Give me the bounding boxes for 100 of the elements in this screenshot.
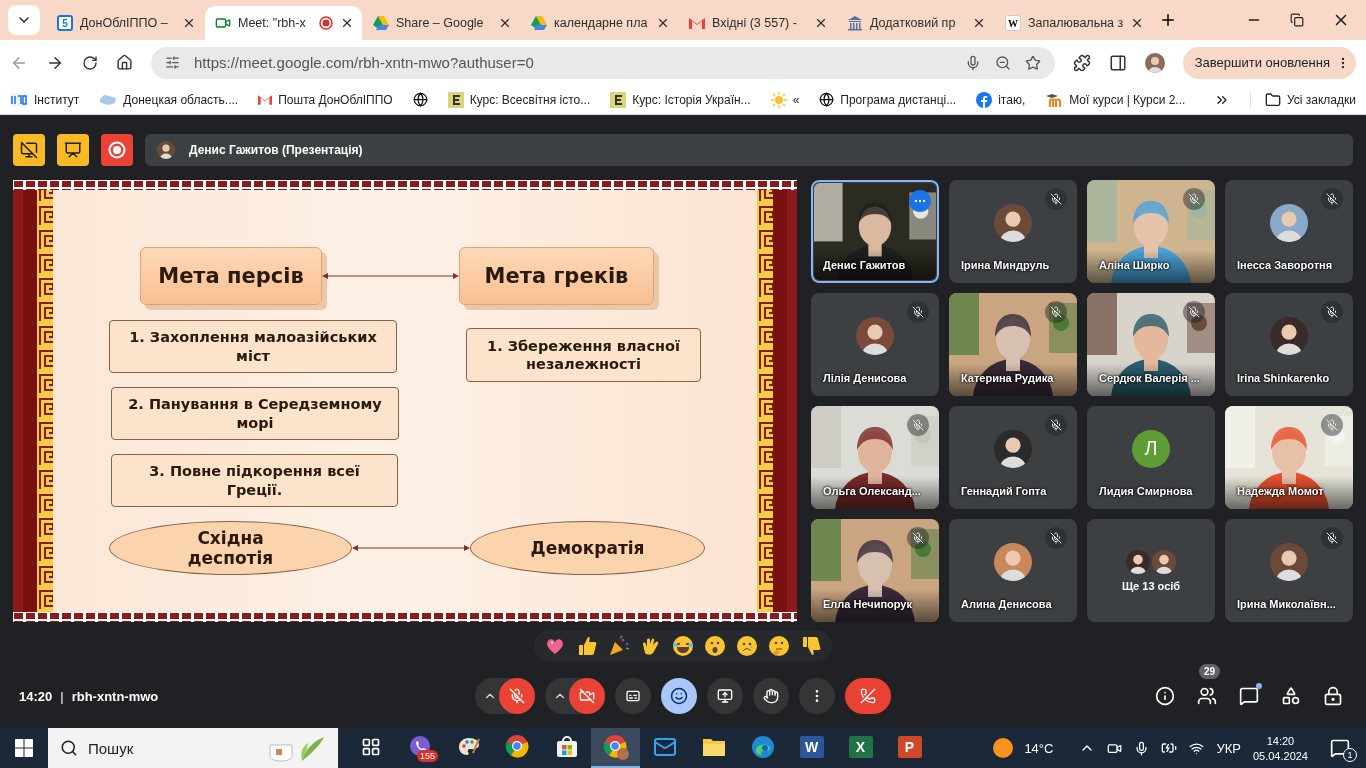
smiley-icon xyxy=(670,687,688,705)
participant-name: Лидия Смирнова xyxy=(1099,485,1193,497)
globe-icon xyxy=(412,92,428,107)
notifications-button[interactable]: 1 xyxy=(1328,733,1358,763)
mic-off-icon xyxy=(1050,419,1062,431)
slide-text-box: 1. Захоплення малоазійських міст xyxy=(109,320,397,373)
address-bar[interactable]: https://meet.google.com/rbh-xntn-mwo?authuser=0 xyxy=(151,46,1055,79)
language-indicator[interactable]: УКР xyxy=(1216,740,1241,756)
zoom-out-icon xyxy=(994,54,1011,71)
mic-off-icon xyxy=(1326,306,1338,318)
avatar xyxy=(1270,316,1308,355)
wikipedia-icon: W xyxy=(1005,15,1021,31)
envelope-icon xyxy=(258,94,273,105)
bookmark[interactable]: « xyxy=(770,91,800,108)
bookmark[interactable]: Програма дистанці... xyxy=(819,92,957,107)
browser-tab[interactable]: Meet: "rbh-x xyxy=(205,6,362,40)
close-icon[interactable] xyxy=(498,16,512,30)
avatar xyxy=(856,316,894,355)
present-screen-button[interactable] xyxy=(707,678,743,714)
participant-name: Irina Shinkarenko xyxy=(1237,372,1330,384)
surprised-face-icon[interactable] xyxy=(702,633,728,659)
triangle-icon xyxy=(373,16,389,30)
tab-search-button[interactable] xyxy=(8,5,40,35)
people-icon xyxy=(1197,686,1217,706)
office-app-icon: X xyxy=(848,736,873,758)
restore-icon[interactable] xyxy=(1290,13,1304,27)
avatar xyxy=(1144,52,1165,73)
bookmark[interactable]: Мої курси | Курси 2... xyxy=(1045,92,1186,107)
mic-off-icon xyxy=(1050,532,1062,544)
course-icon xyxy=(447,91,464,108)
activities-icon[interactable] xyxy=(1281,686,1301,706)
avatar xyxy=(994,429,1032,468)
bookmark[interactable]: Донецкая область.... xyxy=(99,92,239,107)
edge-icon xyxy=(750,735,775,759)
sun-icon xyxy=(770,91,787,108)
close-icon[interactable] xyxy=(340,16,354,30)
taskbar-button[interactable]: W xyxy=(787,728,836,768)
browser-tab[interactable]: Share – Google xyxy=(363,6,520,40)
crying-face-icon[interactable] xyxy=(734,633,760,659)
extensions-icon[interactable] xyxy=(1072,53,1091,72)
reload-icon[interactable] xyxy=(82,54,98,71)
raise-hand-button[interactable] xyxy=(753,678,789,714)
side-panel-icon[interactable] xyxy=(1108,53,1127,72)
browser-tab[interactable]: Вхідні (3 557) - xyxy=(679,6,836,40)
new-tab-icon[interactable] xyxy=(1159,11,1177,29)
leave-call-button[interactable] xyxy=(845,678,891,714)
bookmark[interactable]: Інститут xyxy=(10,92,80,107)
mic-off-icon xyxy=(1326,532,1338,544)
avatar xyxy=(994,203,1032,242)
slide-text-box: 2. Панування в Середземному морі xyxy=(111,387,399,440)
laughing-face-icon[interactable] xyxy=(670,633,696,659)
host-controls-icon[interactable] xyxy=(1323,686,1343,706)
all-bookmarks-link[interactable]: Усі закладки xyxy=(1250,91,1356,108)
map-icon xyxy=(99,93,118,106)
close-icon[interactable] xyxy=(182,16,196,30)
office-app-icon: P xyxy=(897,736,922,758)
avatar xyxy=(994,542,1032,581)
hide-presentation-button[interactable] xyxy=(13,134,45,166)
bookmark[interactable] xyxy=(412,92,428,107)
browser-tab[interactable]: Додатковий пр xyxy=(837,6,994,40)
participant-name: Геннадий Гопта xyxy=(961,485,1047,497)
emoji-button[interactable] xyxy=(661,678,697,714)
phone-icon xyxy=(860,688,876,704)
close-icon[interactable] xyxy=(814,16,828,30)
triangle-icon xyxy=(531,16,547,30)
hand-icon xyxy=(763,688,779,704)
chat-button[interactable] xyxy=(1239,686,1259,706)
search-field[interactable]: Пошук xyxy=(48,728,338,768)
record-button[interactable] xyxy=(101,134,133,166)
close-icon[interactable] xyxy=(972,16,986,30)
browser-tab[interactable]: W Запалювальна з xyxy=(995,6,1152,40)
bookmark[interactable]: Курс: Історія Україн... xyxy=(610,91,751,108)
folder-icon xyxy=(1265,91,1281,108)
taskbar-button[interactable]: X xyxy=(836,728,885,768)
thinking-face-icon[interactable] xyxy=(766,633,792,659)
info-icon[interactable] xyxy=(1155,686,1175,706)
windows-icon xyxy=(15,739,33,757)
video-camera-icon xyxy=(215,15,231,31)
clock[interactable]: 14:20 05.04.2024 xyxy=(1252,734,1308,762)
update-button[interactable]: Завершити оновлення xyxy=(1182,46,1356,79)
taskbar-button[interactable]: 155 xyxy=(395,728,444,768)
home-icon[interactable] xyxy=(116,54,133,71)
camera-button[interactable] xyxy=(569,678,605,714)
presentation-button[interactable] xyxy=(57,134,89,166)
participant-name: Сердюк Валерія ... xyxy=(1099,372,1200,384)
bookmark[interactable]: Пошта ДонОблІППО xyxy=(258,92,393,107)
microphone-button[interactable] xyxy=(499,678,535,714)
avatar xyxy=(1152,549,1176,574)
mail-icon xyxy=(652,735,677,759)
weather-icon xyxy=(992,737,1015,759)
bookmark[interactable]: ітаю, xyxy=(976,91,1026,108)
taskbar-button[interactable]: P xyxy=(885,728,934,768)
close-icon[interactable] xyxy=(656,16,670,30)
captions-button[interactable] xyxy=(615,678,651,714)
browser-tab[interactable]: 5 ДонОблІППО – xyxy=(47,6,204,40)
browser-tab[interactable]: календарне пла xyxy=(521,6,678,40)
mic-off-icon xyxy=(1188,193,1200,205)
record-icon xyxy=(108,141,126,159)
monitor-off-icon xyxy=(20,141,38,159)
bookmark[interactable]: Курс: Всесвітня істо... xyxy=(447,91,591,108)
